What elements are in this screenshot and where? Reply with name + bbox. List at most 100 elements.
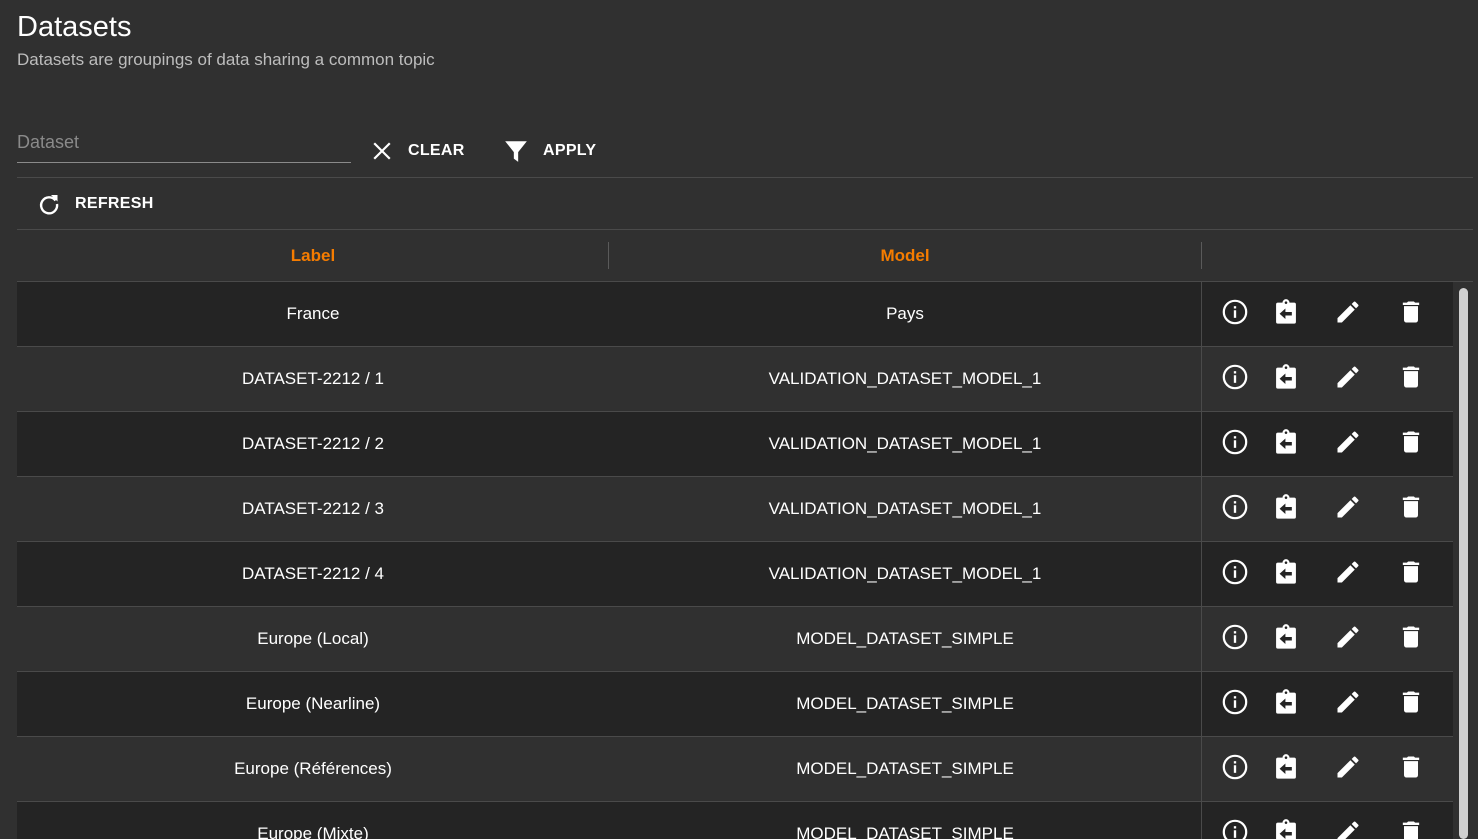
delete-button[interactable] xyxy=(1397,560,1425,588)
clipboard-restore-icon xyxy=(1272,688,1300,721)
cell-label: Europe (Local) xyxy=(257,629,369,648)
info-button[interactable] xyxy=(1221,688,1249,721)
pencil-edit-icon xyxy=(1334,298,1362,331)
clipboard-restore-icon xyxy=(1272,363,1300,396)
restore-button[interactable] xyxy=(1272,363,1300,396)
refresh-button-label: REFRESH xyxy=(75,195,154,212)
edit-button[interactable] xyxy=(1334,755,1362,783)
table-row[interactable]: DATASET-2212 / 1 VALIDATION_DATASET_MODEL… xyxy=(17,347,1453,412)
refresh-bar: REFRESH xyxy=(17,178,1473,230)
clipboard-restore-icon xyxy=(1272,818,1300,839)
table-row[interactable]: France Pays xyxy=(17,282,1453,347)
edit-button[interactable] xyxy=(1334,690,1362,718)
trash-delete-icon xyxy=(1397,298,1425,331)
dataset-filter-field xyxy=(17,120,351,163)
vertical-scrollbar[interactable] xyxy=(1455,282,1473,839)
row-actions xyxy=(1201,737,1454,801)
filter-icon xyxy=(503,138,529,164)
cell-model: Pays xyxy=(886,304,924,323)
delete-button[interactable] xyxy=(1397,300,1425,328)
edit-button[interactable] xyxy=(1334,560,1362,588)
table-row[interactable]: Europe (Local) MODEL_DATASET_SIMPLE xyxy=(17,607,1453,672)
cell-model: MODEL_DATASET_SIMPLE xyxy=(796,824,1014,839)
info-button[interactable] xyxy=(1221,753,1249,786)
table-row[interactable]: DATASET-2212 / 2 VALIDATION_DATASET_MODEL… xyxy=(17,412,1453,477)
column-header-label[interactable]: Label xyxy=(17,230,609,281)
restore-button[interactable] xyxy=(1272,688,1300,721)
table-row[interactable]: Europe (Références) MODEL_DATASET_SIMPLE xyxy=(17,737,1453,802)
row-actions xyxy=(1201,607,1454,671)
pencil-edit-icon xyxy=(1334,493,1362,526)
scrollbar-thumb[interactable] xyxy=(1459,288,1468,839)
restore-button[interactable] xyxy=(1272,428,1300,461)
info-button[interactable] xyxy=(1221,819,1249,839)
column-header-model[interactable]: Model xyxy=(609,230,1201,281)
pencil-edit-icon xyxy=(1334,753,1362,786)
trash-delete-icon xyxy=(1397,428,1425,461)
edit-button[interactable] xyxy=(1334,365,1362,393)
column-divider xyxy=(1201,242,1202,269)
cell-label: Europe (Références) xyxy=(234,759,392,778)
apply-button[interactable]: APPLY xyxy=(503,136,596,166)
delete-button[interactable] xyxy=(1397,625,1425,653)
table-row[interactable]: Europe (Nearline) MODEL_DATASET_SIMPLE xyxy=(17,672,1453,737)
info-icon xyxy=(1221,493,1249,526)
restore-button[interactable] xyxy=(1272,818,1300,839)
clipboard-restore-icon xyxy=(1272,753,1300,786)
info-button[interactable] xyxy=(1221,298,1249,331)
cell-label: DATASET-2212 / 2 xyxy=(241,434,385,453)
apply-button-label: APPLY xyxy=(543,142,597,159)
cell-label: DATASET-2212 / 3 xyxy=(241,499,385,518)
cell-label: Europe (Nearline) xyxy=(245,694,381,713)
table-row[interactable]: DATASET-2212 / 4 VALIDATION_DATASET_MODEL… xyxy=(17,542,1453,607)
restore-button[interactable] xyxy=(1272,558,1300,588)
datasets-page: Datasets Datasets are groupings of data … xyxy=(17,0,1473,839)
table-header: Label Model xyxy=(17,230,1473,282)
pencil-edit-icon xyxy=(1334,558,1362,591)
row-actions xyxy=(1201,542,1454,606)
info-icon xyxy=(1221,688,1249,721)
info-button[interactable] xyxy=(1221,493,1249,526)
delete-button[interactable] xyxy=(1397,755,1425,783)
restore-button[interactable] xyxy=(1272,298,1300,328)
info-button[interactable] xyxy=(1221,429,1249,458)
edit-button[interactable] xyxy=(1334,300,1362,328)
cell-label: France xyxy=(286,304,340,323)
restore-button[interactable] xyxy=(1272,753,1300,786)
cell-model: MODEL_DATASET_SIMPLE xyxy=(796,759,1014,778)
cell-model: VALIDATION_DATASET_MODEL_1 xyxy=(768,564,1042,583)
pencil-edit-icon xyxy=(1334,688,1362,721)
delete-button[interactable] xyxy=(1397,820,1425,839)
row-actions xyxy=(1201,282,1454,346)
delete-button[interactable] xyxy=(1397,430,1425,458)
edit-button[interactable] xyxy=(1334,430,1362,458)
refresh-button[interactable]: REFRESH xyxy=(37,189,154,219)
restore-button[interactable] xyxy=(1272,493,1300,523)
row-actions xyxy=(1201,477,1454,541)
clear-button[interactable]: CLEAR xyxy=(370,136,465,166)
cell-label: Europe (Mixte) xyxy=(257,824,369,839)
edit-button[interactable] xyxy=(1334,820,1362,839)
table-row[interactable]: DATASET-2212 / 3 VALIDATION_DATASET_MODEL… xyxy=(17,477,1453,542)
trash-delete-icon xyxy=(1397,623,1425,656)
info-icon xyxy=(1221,753,1249,786)
delete-button[interactable] xyxy=(1397,690,1425,718)
edit-button[interactable] xyxy=(1334,495,1362,523)
restore-button[interactable] xyxy=(1272,623,1300,653)
info-icon xyxy=(1221,298,1249,331)
info-icon xyxy=(1221,363,1249,396)
edit-button[interactable] xyxy=(1334,625,1362,653)
info-button[interactable] xyxy=(1221,624,1249,653)
cell-model: MODEL_DATASET_SIMPLE xyxy=(796,629,1014,648)
info-button[interactable] xyxy=(1221,363,1249,396)
info-button[interactable] xyxy=(1221,558,1249,591)
table-body: France Pays DATASET-2212 / 1 VALIDATION_DAT… xyxy=(17,282,1473,839)
clipboard-restore-icon xyxy=(1272,428,1300,461)
table-row[interactable]: Europe (Mixte) MODEL_DATASET_SIMPLE xyxy=(17,802,1453,839)
cell-model: VALIDATION_DATASET_MODEL_1 xyxy=(768,369,1042,388)
delete-button[interactable] xyxy=(1397,365,1425,393)
info-icon xyxy=(1221,558,1249,591)
dataset-filter-input[interactable] xyxy=(17,128,347,156)
delete-button[interactable] xyxy=(1397,495,1425,523)
row-actions xyxy=(1201,412,1454,476)
